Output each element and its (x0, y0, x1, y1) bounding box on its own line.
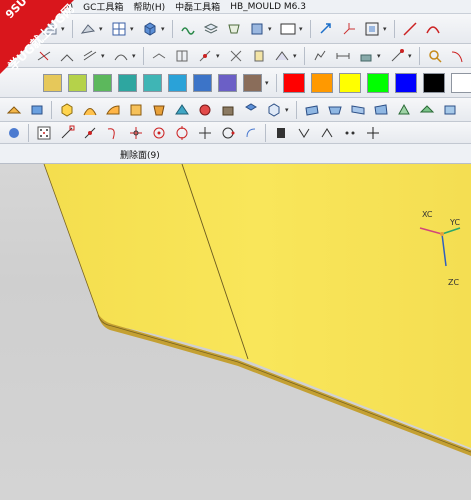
menu-help[interactable]: 帮助(H) (128, 0, 170, 13)
surface-icon-6[interactable] (126, 100, 145, 119)
color-swatch-blue[interactable] (395, 72, 417, 93)
snap-midpoint-icon[interactable] (80, 123, 99, 142)
mesh-icon[interactable] (224, 19, 243, 38)
crosshair-icon[interactable] (363, 123, 382, 142)
menu-zhonglei-toolbox[interactable]: 中磊工具箱 (170, 0, 225, 13)
wave-surface-icon[interactable] (178, 19, 197, 38)
offset-curve-icon[interactable] (80, 46, 99, 65)
color-swatch-green[interactable] (367, 72, 389, 93)
patch-icon-1[interactable] (302, 100, 321, 119)
measure-icon[interactable] (387, 46, 406, 65)
fit-view-icon[interactable] (362, 19, 381, 38)
extract-curve-icon[interactable] (249, 46, 268, 65)
block-solid-icon[interactable] (140, 19, 159, 38)
patch-icon-7[interactable] (440, 100, 459, 119)
snap-intersection-icon[interactable] (195, 123, 214, 142)
toolbar-row-4: ▾ (0, 98, 471, 122)
snap-grid-icon[interactable] (34, 123, 53, 142)
status-bar: 删除面(9) (0, 144, 471, 164)
section-curve-icon[interactable] (272, 46, 291, 65)
menu-hb-mould[interactable]: HB_MOULD M6.3 (225, 2, 311, 12)
join-curve-icon[interactable] (149, 46, 168, 65)
snap-center-icon[interactable] (149, 123, 168, 142)
snap-face-icon[interactable] (271, 123, 290, 142)
arc-tool-icon[interactable] (423, 19, 442, 38)
shaded-solid-icon[interactable] (247, 19, 266, 38)
surface-icon-10[interactable] (218, 100, 237, 119)
color-swatch-9[interactable] (243, 73, 262, 92)
divide-curve-icon[interactable] (172, 46, 191, 65)
color-swatch-1[interactable] (43, 73, 62, 92)
search-icon[interactable] (425, 46, 444, 65)
wcs-yc-label: YC (450, 218, 461, 227)
snap-quadrant-icon[interactable] (218, 123, 237, 142)
color-swatch-6[interactable] (168, 73, 187, 92)
color-swatch-red[interactable] (283, 72, 305, 93)
display-window-icon[interactable] (278, 19, 297, 38)
line-tool-icon[interactable] (400, 19, 419, 38)
patch-icon-4[interactable] (371, 100, 390, 119)
patch-icon-2[interactable] (325, 100, 344, 119)
surface-icon-4[interactable] (80, 100, 99, 119)
patch-icon-5[interactable] (394, 100, 413, 119)
part-model (43, 164, 471, 456)
surface-icon-12[interactable] (264, 100, 283, 119)
select-icon[interactable] (4, 123, 23, 142)
surface-icon-9[interactable] (195, 100, 214, 119)
toolbar-row-5 (0, 122, 471, 144)
color-swatch-orange[interactable] (311, 72, 333, 93)
color-swatch-8[interactable] (218, 73, 237, 92)
snap-point-on-curve-icon[interactable] (317, 123, 336, 142)
surface-icon-11[interactable] (241, 100, 260, 119)
color-swatch-4[interactable] (118, 73, 137, 92)
distance-icon[interactable] (333, 46, 352, 65)
wcs-triad: XC YC ZC (412, 204, 471, 294)
sketch-icon[interactable] (78, 19, 97, 38)
surface-icon-5[interactable] (103, 100, 122, 119)
color-swatch-7[interactable] (193, 73, 212, 92)
analysis-icon[interactable] (310, 46, 329, 65)
snap-arc-icon[interactable] (241, 123, 260, 142)
snap-tangent-icon[interactable] (126, 123, 145, 142)
intersect-curve-icon[interactable] (226, 46, 245, 65)
snap-endpoint-icon[interactable] (57, 123, 76, 142)
stack-layers-icon[interactable] (201, 19, 220, 38)
surface-icon-1[interactable] (4, 100, 23, 119)
menu-gc-toolbox[interactable]: GC工具箱 (78, 0, 128, 13)
surface-icon-8[interactable] (172, 100, 191, 119)
snap-point-icon[interactable] (340, 123, 359, 142)
status-message: 删除面(9) (120, 151, 160, 161)
color-swatch-white[interactable] (451, 72, 471, 93)
datum-arrow-icon[interactable] (316, 19, 335, 38)
color-swatch-5[interactable] (143, 73, 162, 92)
snap-existing-point-icon[interactable] (294, 123, 313, 142)
project-curve-icon[interactable] (195, 46, 214, 65)
nx-window: 窗口(O) GC工具箱 帮助(H) 中磊工具箱 HB_MOULD M6.3 ▾ … (0, 0, 471, 500)
color-swatch-yellow[interactable] (339, 72, 361, 93)
surface-icon-2[interactable] (27, 100, 46, 119)
patch-icon-3[interactable] (348, 100, 367, 119)
color-swatch-3[interactable] (93, 73, 112, 92)
bridge-curve-icon[interactable] (111, 46, 130, 65)
graphics-viewport[interactable]: XC YC ZC (0, 164, 471, 500)
watermark-badge: 9SUG 学UG就上UG网 (0, 0, 74, 74)
paint-icon[interactable] (356, 46, 375, 65)
fillet-icon[interactable] (448, 46, 467, 65)
wcs-icon[interactable] (339, 19, 358, 38)
color-swatch-black[interactable] (423, 72, 445, 93)
snap-curve-icon[interactable] (103, 123, 122, 142)
patch-icon-6[interactable] (417, 100, 436, 119)
grid-select-icon[interactable] (109, 19, 128, 38)
snap-circle-icon[interactable] (172, 123, 191, 142)
color-swatch-2[interactable] (68, 73, 87, 92)
surface-icon-7[interactable] (149, 100, 168, 119)
wcs-xc-label: XC (422, 210, 433, 219)
part-top-face (44, 164, 471, 448)
surface-icon-3[interactable] (57, 100, 76, 119)
wcs-zc-label: ZC (448, 278, 460, 287)
